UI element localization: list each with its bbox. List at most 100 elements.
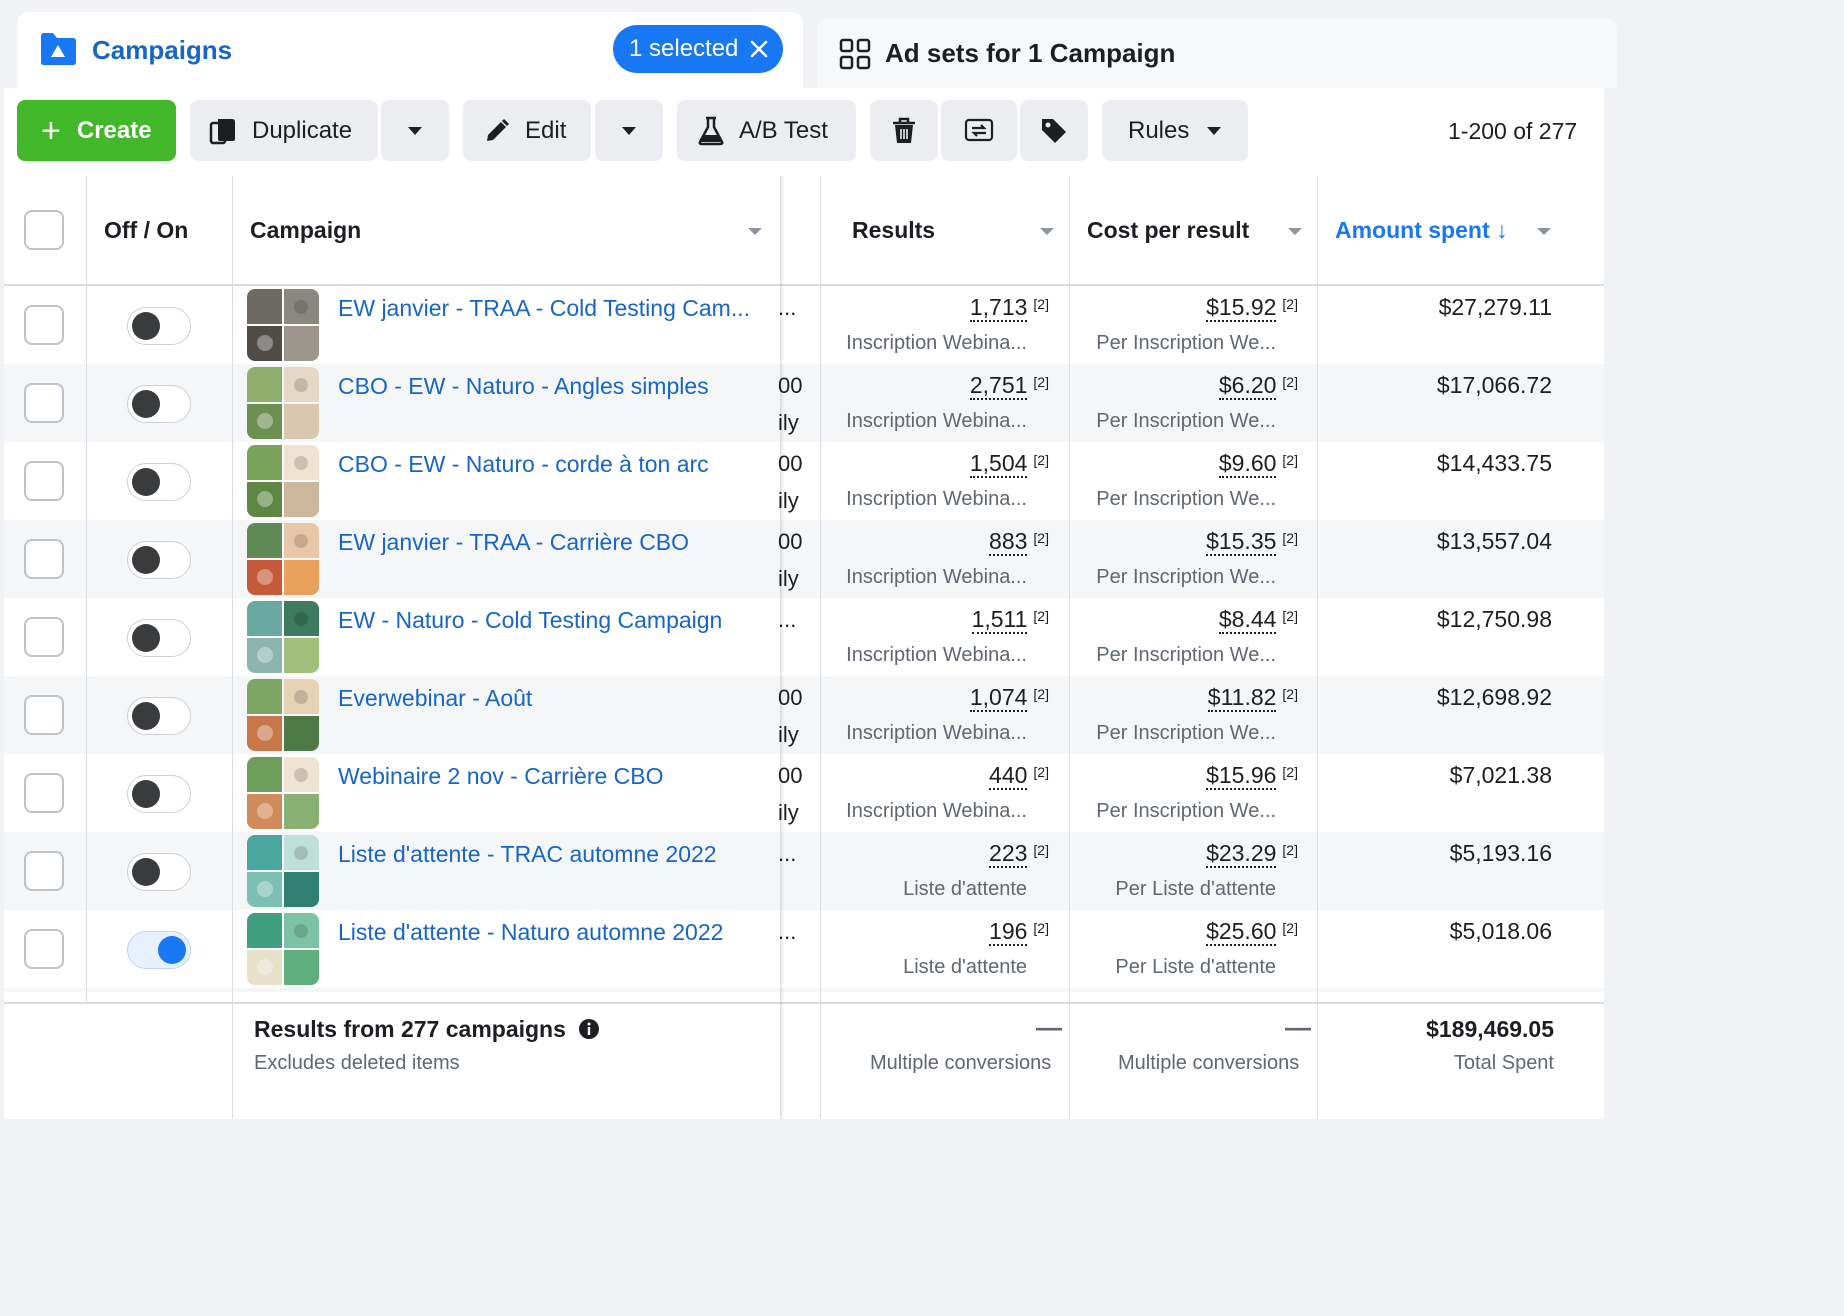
results-total-dash: — bbox=[1036, 1012, 1062, 1042]
edit-button[interactable]: Edit bbox=[463, 100, 591, 161]
create-button[interactable]: + Create bbox=[17, 100, 176, 161]
campaign-toggle[interactable] bbox=[127, 697, 191, 735]
cost-value[interactable]: $15.96 [2] bbox=[1206, 762, 1298, 790]
results-value[interactable]: 883 [2] bbox=[989, 528, 1049, 556]
table-row[interactable]: EW - Naturo - Cold Testing Campaign ... … bbox=[4, 598, 1604, 676]
campaign-name-link[interactable]: Liste d'attente - Naturo automne 2022 bbox=[338, 919, 758, 946]
results-number[interactable]: 883 bbox=[989, 528, 1028, 556]
row-checkbox[interactable] bbox=[24, 305, 64, 345]
selected-pill[interactable]: 1 selected bbox=[613, 25, 783, 73]
column-header-results[interactable]: Results bbox=[852, 176, 935, 284]
cost-number[interactable]: $15.96 bbox=[1206, 762, 1277, 790]
campaign-name-link[interactable]: EW - Naturo - Cold Testing Campaign bbox=[338, 607, 758, 634]
results-number[interactable]: 1,074 bbox=[969, 684, 1028, 712]
campaign-name-link[interactable]: EW janvier - TRAA - Cold Testing Cam... bbox=[338, 295, 758, 322]
results-value[interactable]: 1,074 [2] bbox=[969, 684, 1049, 712]
cost-number[interactable]: $25.60 bbox=[1206, 918, 1277, 946]
cost-value[interactable]: $9.60 [2] bbox=[1218, 450, 1298, 478]
cost-value[interactable]: $8.44 [2] bbox=[1218, 606, 1298, 634]
table-row[interactable]: Webinaire 2 nov - Carrière CBO 00 ily 44… bbox=[4, 754, 1604, 832]
cost-number[interactable]: $11.82 bbox=[1207, 684, 1277, 712]
table-row[interactable]: CBO - EW - Naturo - Angles simples 00 il… bbox=[4, 364, 1604, 442]
sort-caret-icon[interactable] bbox=[1040, 228, 1054, 235]
results-number[interactable]: 2,751 bbox=[969, 372, 1028, 400]
cost-value[interactable]: $15.92 [2] bbox=[1206, 294, 1298, 322]
campaign-name-link[interactable]: EW janvier - TRAA - Carrière CBO bbox=[338, 529, 758, 556]
info-icon[interactable] bbox=[578, 1018, 600, 1040]
cost-value[interactable]: $6.20 [2] bbox=[1218, 372, 1298, 400]
delete-button[interactable] bbox=[870, 100, 938, 161]
duplicate-button[interactable]: Duplicate bbox=[190, 100, 378, 161]
ab-test-button[interactable]: A/B Test bbox=[677, 100, 856, 161]
results-value[interactable]: 223 [2] bbox=[989, 840, 1049, 868]
results-number[interactable]: 196 bbox=[989, 918, 1028, 946]
table-row[interactable]: CBO - EW - Naturo - corde à ton arc 00 i… bbox=[4, 442, 1604, 520]
results-number[interactable]: 1,504 bbox=[969, 450, 1028, 478]
column-header-campaign[interactable]: Campaign bbox=[250, 176, 361, 284]
sort-caret-icon[interactable] bbox=[1288, 228, 1302, 235]
cost-number[interactable]: $23.29 bbox=[1206, 840, 1277, 868]
cost-number[interactable]: $8.44 bbox=[1218, 606, 1277, 634]
cost-number[interactable]: $15.92 bbox=[1206, 294, 1277, 322]
campaign-name-link[interactable]: CBO - EW - Naturo - corde à ton arc bbox=[338, 451, 758, 478]
campaign-toggle[interactable] bbox=[127, 931, 191, 969]
campaign-toggle[interactable] bbox=[127, 541, 191, 579]
row-checkbox[interactable] bbox=[24, 929, 64, 969]
cost-type: Per Inscription We... bbox=[1096, 644, 1276, 666]
row-checkbox[interactable] bbox=[24, 851, 64, 891]
column-header-amount-spent[interactable]: Amount spent ↓ bbox=[1335, 176, 1508, 284]
row-checkbox[interactable] bbox=[24, 461, 64, 501]
results-number[interactable]: 1,511 bbox=[971, 606, 1028, 634]
campaign-name-link[interactable]: Webinaire 2 nov - Carrière CBO bbox=[338, 763, 758, 790]
cost-number[interactable]: $6.20 bbox=[1218, 372, 1277, 400]
campaign-toggle[interactable] bbox=[127, 385, 191, 423]
campaign-name-link[interactable]: Liste d'attente - TRAC automne 2022 bbox=[338, 841, 758, 868]
cost-value[interactable]: $23.29 [2] bbox=[1206, 840, 1298, 868]
results-value[interactable]: 1,511 [2] bbox=[971, 606, 1049, 634]
campaign-name-link[interactable]: Everwebinar - Août bbox=[338, 685, 758, 712]
rules-button[interactable]: Rules bbox=[1102, 100, 1248, 161]
summary-row: Results from 277 campaigns Excludes dele… bbox=[4, 1002, 1604, 1119]
cost-value[interactable]: $11.82 [2] bbox=[1207, 684, 1298, 712]
cost-type: Per Liste d'attente bbox=[1115, 956, 1276, 978]
edit-dropdown-button[interactable] bbox=[595, 100, 663, 161]
campaign-toggle[interactable] bbox=[127, 307, 191, 345]
table-row[interactable]: Liste d'attente - TRAC automne 2022 ... … bbox=[4, 832, 1604, 910]
results-value[interactable]: 1,504 [2] bbox=[969, 450, 1049, 478]
campaign-toggle[interactable] bbox=[127, 853, 191, 891]
column-divider bbox=[1317, 1002, 1318, 1119]
select-all-checkbox[interactable] bbox=[24, 210, 64, 250]
cost-number[interactable]: $15.35 bbox=[1206, 528, 1277, 556]
results-value[interactable]: 196 [2] bbox=[989, 918, 1049, 946]
sort-caret-icon[interactable] bbox=[1537, 228, 1551, 235]
results-value[interactable]: 1,713 [2] bbox=[969, 294, 1049, 322]
tag-button[interactable] bbox=[1020, 100, 1088, 161]
cost-number[interactable]: $9.60 bbox=[1218, 450, 1277, 478]
adsets-tab[interactable]: Ad sets for 1 Campaign bbox=[817, 18, 1617, 88]
column-header-cost-per-result[interactable]: Cost per result bbox=[1087, 176, 1249, 284]
row-checkbox[interactable] bbox=[24, 617, 64, 657]
sort-caret-icon[interactable] bbox=[748, 228, 762, 235]
table-row[interactable]: Everwebinar - Août 00 ily 1,074 [2] Inscr… bbox=[4, 676, 1604, 754]
results-number[interactable]: 223 bbox=[989, 840, 1028, 868]
row-checkbox[interactable] bbox=[24, 695, 64, 735]
cost-value[interactable]: $15.35 [2] bbox=[1206, 528, 1298, 556]
campaign-name-link[interactable]: CBO - EW - Naturo - Angles simples bbox=[338, 373, 758, 400]
table-row[interactable]: EW janvier - TRAA - Carrière CBO 00 ily … bbox=[4, 520, 1604, 598]
row-checkbox[interactable] bbox=[24, 539, 64, 579]
row-checkbox[interactable] bbox=[24, 383, 64, 423]
results-value[interactable]: 440 [2] bbox=[989, 762, 1049, 790]
results-number[interactable]: 440 bbox=[989, 762, 1028, 790]
campaign-toggle[interactable] bbox=[127, 775, 191, 813]
row-checkbox[interactable] bbox=[24, 773, 64, 813]
table-row[interactable]: EW janvier - TRAA - Cold Testing Cam... … bbox=[4, 286, 1604, 364]
preview-button[interactable] bbox=[941, 100, 1017, 161]
campaign-toggle[interactable] bbox=[127, 463, 191, 501]
results-value[interactable]: 2,751 [2] bbox=[969, 372, 1049, 400]
table-row[interactable]: Liste d'attente - Naturo automne 2022 ..… bbox=[4, 910, 1604, 988]
duplicate-dropdown-button[interactable] bbox=[381, 100, 449, 161]
campaign-toggle[interactable] bbox=[127, 619, 191, 657]
results-number[interactable]: 1,713 bbox=[969, 294, 1028, 322]
close-icon[interactable] bbox=[749, 39, 769, 59]
cost-value[interactable]: $25.60 [2] bbox=[1206, 918, 1298, 946]
